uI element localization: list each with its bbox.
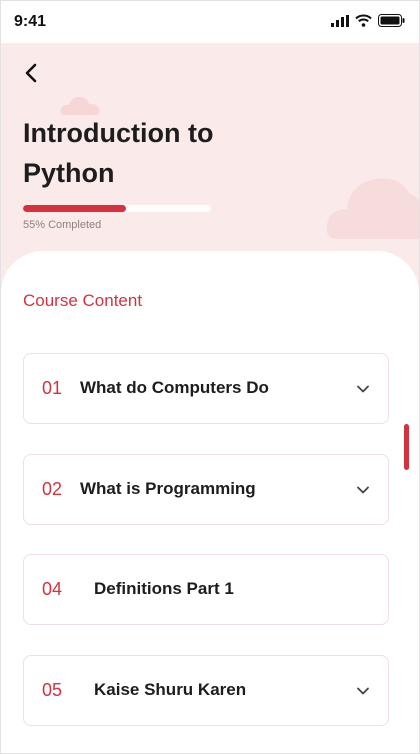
battery-icon <box>378 14 405 27</box>
lesson-item-04[interactable]: 04 Definitions Part 1 <box>23 554 389 625</box>
back-button[interactable] <box>17 59 45 87</box>
signal-icon <box>331 14 349 27</box>
chevron-down-icon[interactable] <box>356 382 370 396</box>
lesson-number: 04 <box>42 579 63 599</box>
lesson-title: Definitions Part 1 <box>94 579 234 598</box>
lesson-title: What is Programming <box>80 479 256 498</box>
lesson-item-05[interactable]: 05 Kaise Shuru Karen <box>23 655 389 726</box>
lesson-item-01[interactable]: 01 What do Computers Do <box>23 353 389 424</box>
section-title: Course Content <box>23 291 143 310</box>
lesson-number: 05 <box>42 680 63 700</box>
chevron-down-icon[interactable] <box>356 483 370 497</box>
cloud-large-decoration <box>326 178 419 239</box>
status-icons <box>331 14 405 27</box>
scrollbar-thumb[interactable] <box>404 424 409 470</box>
status-bar: 9:41 <box>1 1 419 43</box>
lesson-number: 02 <box>42 479 63 499</box>
chevron-down-icon[interactable] <box>356 684 370 698</box>
lesson-item-02[interactable]: 02 What is Programming <box>23 454 389 525</box>
course-title: Introduction to Python <box>23 118 214 188</box>
chevron-left-icon <box>25 63 37 83</box>
progress-fill <box>23 205 127 212</box>
progress-label: 55% Completed <box>23 219 102 231</box>
progress-bar <box>23 205 211 212</box>
course-content-panel: Course Content 01 What do Computers Do 0… <box>1 251 419 753</box>
lesson-title: What do Computers Do <box>80 378 269 397</box>
wifi-icon <box>355 14 372 27</box>
app-screen: 9:41 Introduction to Python 55% Complete… <box>0 0 420 754</box>
lesson-number: 01 <box>42 378 63 398</box>
status-time: 9:41 <box>14 13 47 30</box>
lesson-title: Kaise Shuru Karen <box>94 680 247 699</box>
